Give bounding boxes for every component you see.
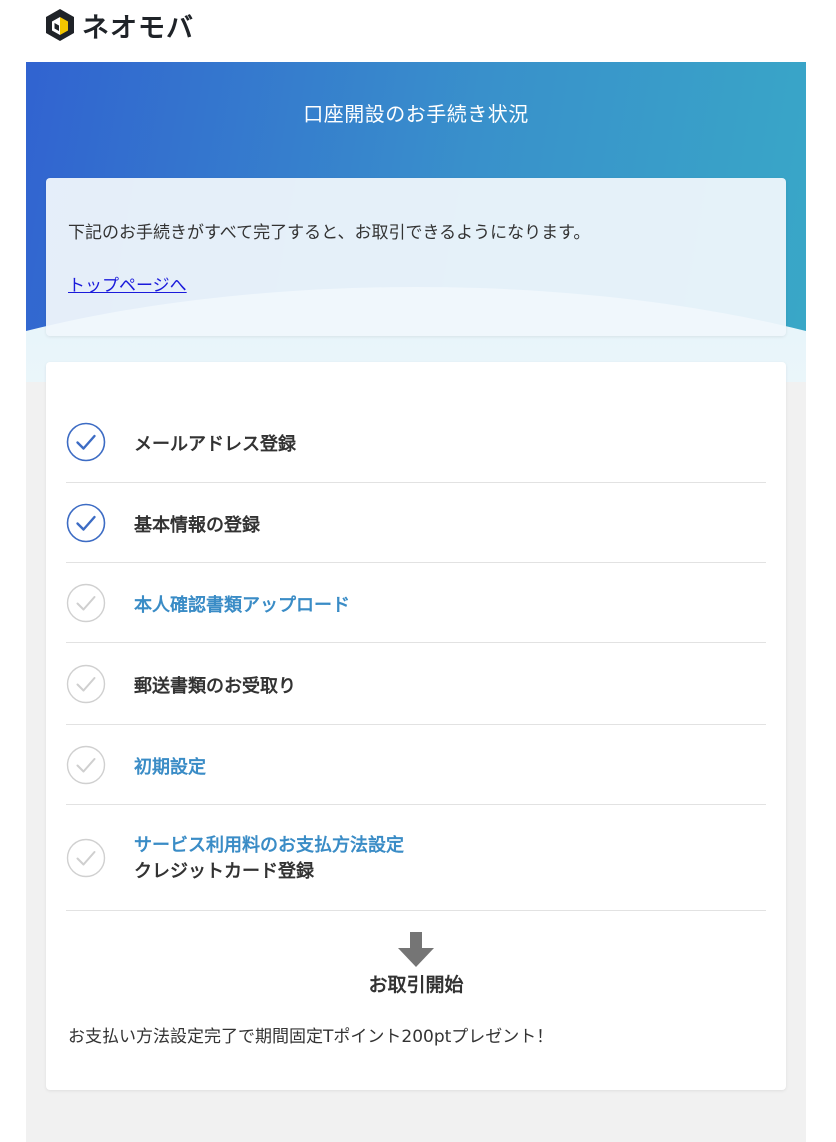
neomoba-logo-icon <box>46 9 74 41</box>
step-payment-method-link[interactable]: サービス利用料のお支払方法設定 <box>134 831 404 857</box>
step-initial-settings-link[interactable]: 初期設定 <box>134 753 206 779</box>
page-title: 口座開設のお手続き状況 <box>303 102 529 126</box>
step-label: メールアドレス登録 <box>134 434 296 455</box>
notice-text: 下記のお手続きがすべて完了すると、お取引できるようになります。 <box>68 223 591 243</box>
arrow-down-icon <box>398 932 434 967</box>
promo-text: お支払い方法設定完了で期間固定Tポイント200ptプレゼント！ <box>68 1027 554 1047</box>
check-circle-icon <box>66 422 106 462</box>
step-label: 基本情報の登録 <box>134 515 260 536</box>
step-payment-method: サービス利用料のお支払方法設定 クレジットカード登録 <box>66 805 766 911</box>
step-initial-settings: 初期設定 <box>66 725 766 805</box>
main-content: 口座開設のお手続き状況 下記のお手続きがすべて完了すると、お取引できるようになり… <box>26 62 806 1142</box>
brand-logo[interactable]: ネオモバ <box>44 8 194 44</box>
step-sublabel: クレジットカード登録 <box>134 861 314 882</box>
check-circle-pending-icon <box>66 583 106 623</box>
check-circle-icon <box>66 503 106 543</box>
step-basic-info: 基本情報の登録 <box>66 483 766 563</box>
steps-card: メールアドレス登録 基本情報の登録 本人確認書類アップロード 郵送書類のお受取り <box>46 362 786 1090</box>
brand-name: ネオモバ <box>82 12 194 44</box>
step-label: 郵送書類のお受取り <box>134 676 296 697</box>
check-circle-pending-icon <box>66 838 106 878</box>
step-email-registration: メールアドレス登録 <box>66 402 766 483</box>
step-id-upload-link[interactable]: 本人確認書類アップロード <box>134 591 350 617</box>
check-circle-pending-icon <box>66 664 106 704</box>
trade-start-label: お取引開始 <box>368 974 464 996</box>
notice-card: 下記のお手続きがすべて完了すると、お取引できるようになります。 トップページへ <box>46 178 786 336</box>
step-mail-receipt: 郵送書類のお受取り <box>66 643 766 725</box>
check-circle-pending-icon <box>66 745 106 785</box>
site-header: ネオモバ <box>0 0 836 62</box>
step-id-upload: 本人確認書類アップロード <box>66 563 766 643</box>
top-page-link[interactable]: トップページへ <box>68 271 187 296</box>
